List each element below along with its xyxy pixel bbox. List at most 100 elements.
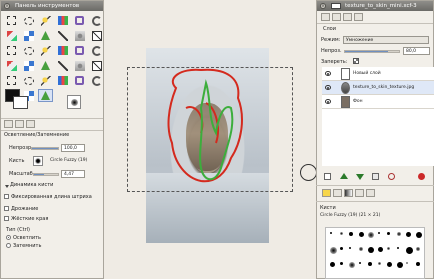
tool-move-button[interactable] [72, 29, 87, 42]
tool-airbrush-button[interactable] [21, 74, 36, 87]
scale-spinbox[interactable]: 4,47 [61, 170, 85, 178]
opacity-slider[interactable] [31, 147, 59, 150]
brush-swatch[interactable] [377, 247, 383, 252]
brush-swatch[interactable] [387, 232, 390, 235]
gradients-tab-icon[interactable] [344, 189, 353, 197]
brush-swatch[interactable] [349, 247, 351, 249]
brush-swatch[interactable] [330, 262, 335, 267]
brush-swatch[interactable] [339, 262, 343, 265]
tool-crop-button[interactable] [4, 44, 19, 57]
brush-swatch[interactable] [387, 262, 392, 267]
tool-cage-button[interactable] [4, 59, 19, 72]
tool-bucket-fill-button[interactable] [38, 59, 53, 72]
visibility-eye-icon[interactable] [325, 85, 331, 90]
tool-select-by-color-button[interactable] [72, 14, 87, 27]
layer-row[interactable]: Фон [322, 95, 434, 109]
tool-paintbrush-button[interactable] [89, 59, 104, 72]
brush-swatch[interactable] [396, 232, 401, 236]
brush-swatch[interactable] [377, 262, 381, 265]
brush-swatch[interactable] [349, 262, 355, 268]
dynamics-label[interactable]: Динамика кисти [10, 182, 53, 188]
brushes-tab-icon[interactable] [322, 189, 331, 197]
brush-swatch[interactable] [368, 232, 374, 238]
brush-swatch[interactable] [330, 232, 332, 234]
color-swatches[interactable] [5, 89, 45, 115]
layer-opacity-spinbox[interactable]: 80,0 [403, 47, 430, 55]
brush-swatch[interactable] [406, 247, 413, 254]
tool-shear-button[interactable] [55, 44, 70, 57]
anchor-layer-icon[interactable] [388, 173, 395, 180]
dock-titlebar[interactable]: × texture_to_skin_mini.xcf-3 [317, 1, 433, 11]
tool-clone-button[interactable] [55, 74, 70, 87]
brush-swatch[interactable] [415, 247, 420, 251]
tool-ink-button[interactable] [38, 74, 53, 87]
tool-scissors-button[interactable] [89, 14, 104, 27]
brush-swatch[interactable] [330, 247, 337, 254]
close-icon[interactable]: × [320, 3, 326, 9]
tool-blend-button[interactable] [55, 59, 70, 72]
tool-measure-button[interactable] [55, 29, 70, 42]
brush-swatch[interactable] [406, 262, 408, 264]
brush-swatch[interactable] [358, 232, 364, 237]
jitter-checkbox[interactable] [4, 206, 9, 211]
opacity-spinbox[interactable]: 100,0 [61, 144, 85, 152]
tool-fuzzy-select-button[interactable] [55, 14, 70, 27]
close-icon[interactable]: × [4, 3, 10, 9]
paths-tab-icon[interactable] [343, 13, 352, 21]
delete-layer-icon[interactable] [418, 173, 425, 180]
burn-radio[interactable] [6, 243, 11, 248]
tool-free-select-button[interactable] [38, 14, 53, 27]
visibility-eye-icon[interactable] [325, 99, 331, 104]
tool-align-button[interactable] [89, 29, 104, 42]
tool-eraser-button[interactable] [4, 74, 19, 87]
tool-flip-button[interactable] [89, 44, 104, 57]
tool-paths-button[interactable] [4, 29, 19, 42]
palettes-tab-icon[interactable] [355, 189, 364, 197]
image-menu-icon[interactable] [331, 3, 341, 9]
tool-perspective-clone-button[interactable] [89, 74, 104, 87]
hard-edge-checkbox[interactable] [4, 216, 9, 221]
duplicate-layer-icon[interactable] [372, 173, 379, 180]
tool-pencil-button[interactable] [72, 59, 87, 72]
layer-opacity-slider[interactable] [344, 50, 400, 53]
brush-swatch[interactable] [396, 247, 399, 249]
brushes-grid[interactable] [325, 227, 425, 279]
visibility-eye-icon[interactable] [325, 71, 331, 76]
brush-swatch[interactable] [339, 247, 343, 250]
tool-options-tab-icon[interactable] [4, 120, 13, 128]
tool-heal-button[interactable] [72, 74, 87, 87]
channels-tab-icon[interactable] [332, 13, 341, 21]
brush-swatch[interactable] [377, 232, 380, 234]
brush-swatch[interactable] [358, 262, 361, 264]
fixed-length-checkbox[interactable] [4, 194, 9, 199]
patterns-tab-icon[interactable] [333, 189, 342, 197]
brush-thumb-icon[interactable] [33, 156, 43, 166]
brush-swatch[interactable] [339, 232, 343, 235]
tool-text-button[interactable] [21, 59, 36, 72]
layer-row[interactable]: texture_to_skin_texture.jpg [322, 81, 434, 95]
brush-swatch[interactable] [368, 247, 374, 253]
brush-swatch[interactable] [415, 232, 422, 238]
undo-history-tab-icon[interactable] [26, 120, 35, 128]
undo-tab-icon[interactable] [354, 13, 363, 21]
dodge-radio[interactable] [6, 235, 11, 240]
layers-tab-icon[interactable] [321, 13, 330, 21]
layer-row[interactable]: Новый слой [322, 67, 434, 81]
new-layer-icon[interactable] [324, 173, 331, 180]
dynamics-expander-icon[interactable] [5, 185, 9, 188]
lock-alpha-icon[interactable] [353, 58, 359, 64]
brush-preview-icon[interactable] [67, 95, 81, 109]
background-color-swatch[interactable] [13, 96, 28, 109]
device-status-tab-icon[interactable] [15, 120, 24, 128]
mode-dropdown[interactable]: Умножение [343, 36, 429, 44]
brush-swatch[interactable] [396, 262, 403, 268]
tool-perspective-button[interactable] [72, 44, 87, 57]
tool-rotate-button[interactable] [21, 44, 36, 57]
tool-ellipse-select-button[interactable] [21, 14, 36, 27]
brush-swatch[interactable] [358, 247, 363, 251]
brush-swatch[interactable] [406, 232, 411, 237]
fonts-tab-icon[interactable] [366, 189, 375, 197]
tool-zoom-button[interactable] [38, 29, 53, 42]
tool-rect-select-button[interactable] [4, 14, 19, 27]
brush-swatch[interactable] [415, 262, 420, 266]
